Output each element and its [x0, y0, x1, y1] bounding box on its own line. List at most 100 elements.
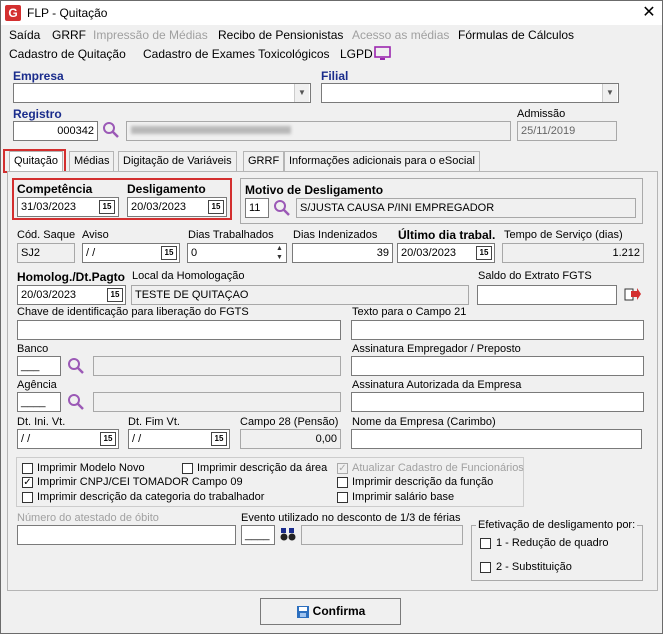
tab-esocial[interactable]: Informações adicionais para o eSocial [284, 151, 480, 171]
empresa-select[interactable] [13, 83, 311, 103]
dias-indenizados-input[interactable]: 39 [292, 243, 393, 263]
dt-fim-vt-calendar-icon[interactable]: 15 [211, 432, 227, 446]
menu-lgpd[interactable]: LGPD [340, 47, 373, 61]
salario-label: Imprimir salário base [352, 491, 455, 503]
competencia-label: Competência [17, 182, 93, 196]
tempo-servico-label: Tempo de Serviço (dias) [504, 229, 623, 241]
filial-select[interactable] [321, 83, 619, 103]
substituicao-label: 2 - Substituição [496, 561, 572, 573]
tab-medias[interactable]: Médias [69, 151, 115, 171]
local-homolog-label: Local da Homologação [132, 270, 245, 282]
reducao-quadro-label: 1 - Redução de quadro [496, 537, 609, 549]
agencia-input[interactable]: ____ [17, 392, 61, 412]
desligamento-calendar-icon[interactable]: 15 [208, 200, 224, 214]
tempo-servico-field: 1.212 [502, 243, 644, 263]
window-title: FLP - Quitação [27, 6, 108, 20]
saldo-fgts-label: Saldo do Extrato FGTS [478, 270, 592, 282]
title-bar: G FLP - Quitação ✕ [1, 1, 662, 25]
chave-fgts-label: Chave de identificação para liberação do… [17, 306, 249, 318]
assinatura-emp-input[interactable] [351, 356, 644, 376]
main-window: G FLP - Quitação ✕ Saída GRRF Impressão … [0, 0, 663, 634]
atestado-label: Número do atestado de óbito [17, 512, 159, 524]
filial-dropdown-icon[interactable]: ▼ [602, 84, 617, 102]
agencia-desc-field [93, 392, 341, 412]
campo28-label: Campo 28 (Pensão) [240, 416, 339, 428]
dias-spinner-icon[interactable]: ▲ ▼ [273, 244, 286, 262]
menu-cadastro-quitacao[interactable]: Cadastro de Quitação [9, 47, 126, 61]
assinatura-aut-input[interactable] [351, 392, 644, 412]
texto-campo21-input[interactable] [351, 320, 644, 340]
nome-empresa-input[interactable] [351, 429, 642, 449]
banco-label: Banco [17, 343, 49, 355]
save-disk-icon [296, 605, 309, 618]
monitor-icon[interactable] [374, 46, 392, 61]
menu-acesso-medias: Acesso as médias [352, 28, 450, 42]
export-arrow-icon[interactable] [624, 287, 642, 302]
modelo-novo-checkbox[interactable] [22, 463, 33, 474]
substituicao-checkbox[interactable] [480, 562, 491, 573]
redacted-name [131, 126, 291, 134]
dias-trabalhados-input[interactable]: 0 [187, 243, 287, 263]
desligamento-label: Desligamento [127, 182, 206, 196]
app-logo-icon: G [5, 5, 21, 21]
homolog-calendar-icon[interactable]: 15 [107, 288, 123, 302]
nome-empresa-label: Nome da Empresa (Carimbo) [352, 416, 496, 428]
homolog-label: Homolog./Dt.Pagto [17, 270, 125, 284]
motivo-desc-field: S/JUSTA CAUSA P/INI EMPREGADOR [296, 198, 636, 218]
atualizar-checkbox: ✓ [337, 463, 348, 474]
assinatura-emp-label: Assinatura Empregador / Preposto [352, 343, 521, 355]
local-homolog-input[interactable]: TESTE DE QUITAÇAO [131, 285, 469, 305]
agencia-label: Agência [17, 379, 57, 391]
area-label: Imprimir descrição da área [197, 462, 328, 474]
campo28-field: 0,00 [240, 429, 341, 449]
atestado-input[interactable] [17, 525, 236, 545]
cod-saque-field: SJ2 [17, 243, 75, 263]
funcao-label: Imprimir descrição da função [352, 476, 494, 488]
motivo-search-icon[interactable] [273, 199, 291, 217]
motivo-code-input[interactable]: 11 [245, 198, 269, 218]
cod-saque-label: Cód. Saque [17, 229, 76, 241]
menu-grrf[interactable]: GRRF [52, 28, 86, 42]
banco-search-icon[interactable] [67, 357, 85, 375]
ultimo-dia-calendar-icon[interactable]: 15 [476, 246, 492, 260]
dt-ini-vt-label: Dt. Ini. Vt. [17, 416, 66, 428]
ultimo-dia-label: Último dia trabal. [398, 228, 496, 242]
menu-saida[interactable]: Saída [9, 28, 40, 42]
binoculars-icon[interactable] [280, 526, 296, 542]
competencia-calendar-icon[interactable]: 15 [99, 200, 115, 214]
area-checkbox[interactable] [182, 463, 193, 474]
empresa-label: Empresa [13, 69, 64, 83]
confirma-button[interactable]: Confirma [260, 598, 401, 625]
close-icon[interactable]: ✕ [639, 3, 659, 23]
reducao-quadro-checkbox[interactable] [480, 538, 491, 549]
texto-campo21-label: Texto para o Campo 21 [352, 306, 467, 318]
banco-desc-field [93, 356, 341, 376]
chave-fgts-input[interactable] [17, 320, 341, 340]
registro-input[interactable]: 000342 [13, 121, 98, 141]
efetivacao-label: Efetivação de desligamento por: [476, 519, 638, 531]
saldo-fgts-input[interactable] [477, 285, 617, 305]
menu-cadastro-exames[interactable]: Cadastro de Exames Toxicológicos [143, 47, 330, 61]
agencia-search-icon[interactable] [67, 393, 85, 411]
aviso-calendar-icon[interactable]: 15 [161, 246, 177, 260]
admissao-label: Admissão [517, 108, 566, 120]
evento-input[interactable]: ____ [241, 525, 275, 545]
evento-desc-field [301, 525, 463, 545]
tab-digitacao-variaveis[interactable]: Digitação de Variáveis [118, 151, 237, 171]
empresa-dropdown-icon[interactable]: ▼ [294, 84, 309, 102]
registro-search-icon[interactable] [102, 121, 120, 139]
banco-input[interactable]: ___ [17, 356, 61, 376]
menu-formulas-calculos[interactable]: Fórmulas de Cálculos [458, 28, 574, 42]
dt-ini-vt-calendar-icon[interactable]: 15 [100, 432, 116, 446]
tab-highlight [3, 149, 66, 173]
tab-grrf[interactable]: GRRF [243, 151, 285, 171]
cnpj-label: Imprimir CNPJ/CEI TOMADOR Campo 09 [37, 476, 243, 488]
menu-recibo-pensionistas[interactable]: Recibo de Pensionistas [218, 28, 343, 42]
modelo-novo-label: Imprimir Modelo Novo [37, 462, 145, 474]
funcao-checkbox[interactable] [337, 477, 348, 488]
categoria-checkbox[interactable] [22, 492, 33, 503]
admissao-field: 25/11/2019 [517, 121, 617, 141]
salario-checkbox[interactable] [337, 492, 348, 503]
cnpj-checkbox[interactable]: ✓ [22, 477, 33, 488]
dias-trabalhados-label: Dias Trabalhados [188, 229, 274, 241]
